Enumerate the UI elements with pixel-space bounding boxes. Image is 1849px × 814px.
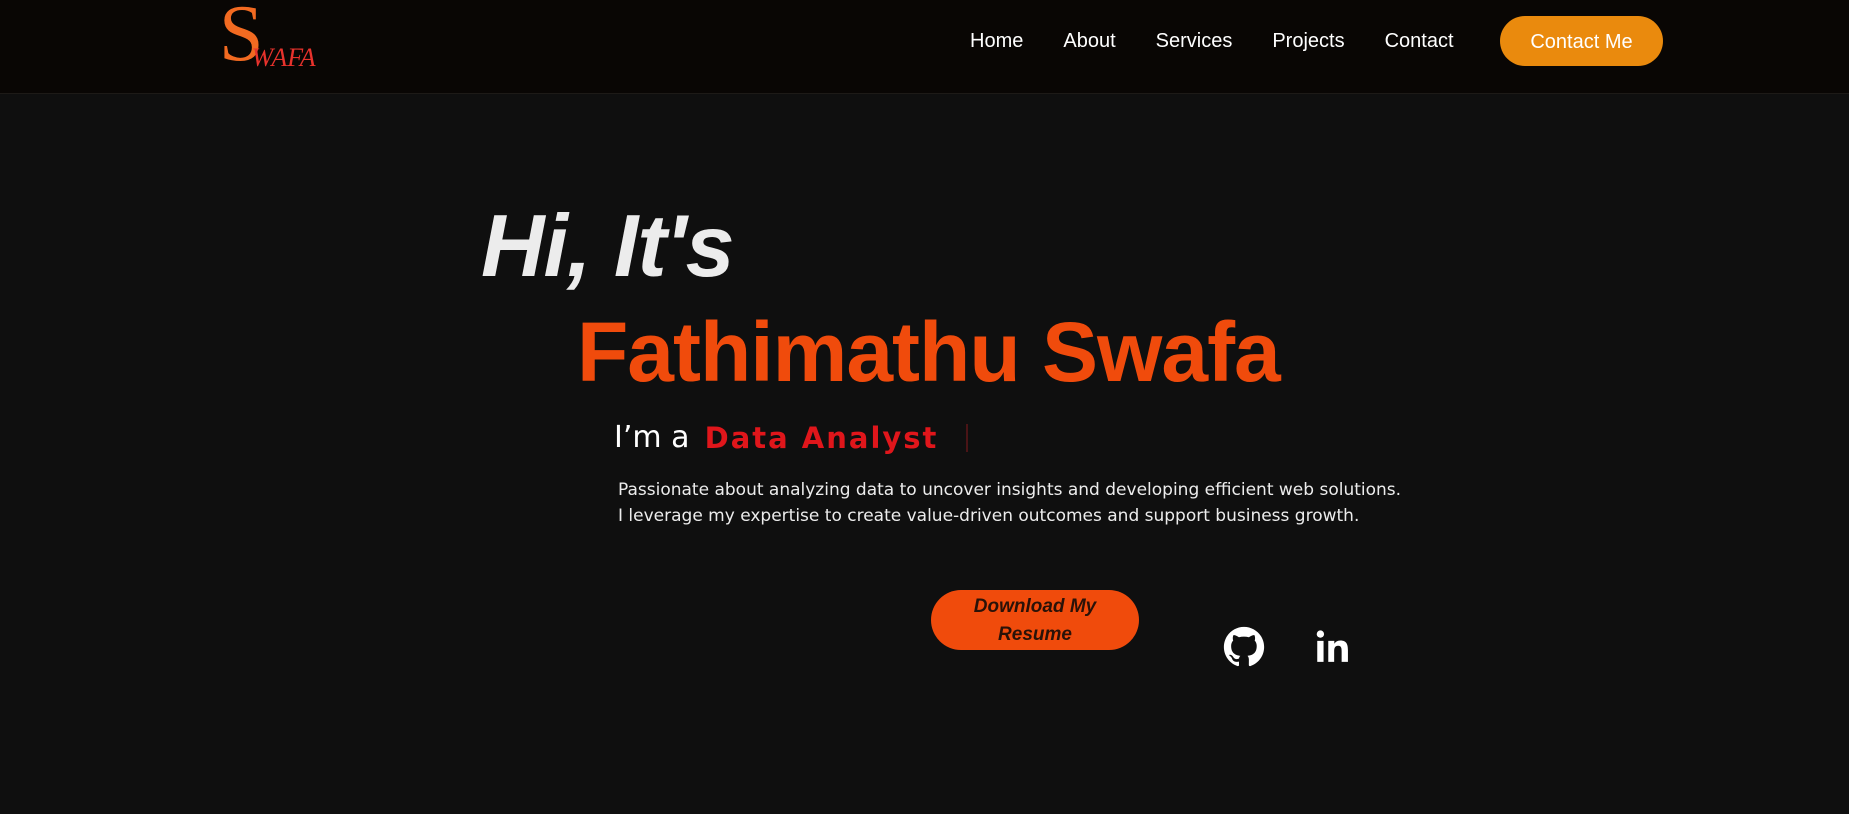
site-logo[interactable]: SWAFA: [219, 0, 316, 80]
nav-link-services[interactable]: Services: [1156, 28, 1233, 54]
github-link[interactable]: [1223, 626, 1265, 668]
github-icon: [1223, 626, 1265, 668]
hero-description: Passionate about analyzing data to uncov…: [618, 477, 1401, 529]
hero-name: Fathimathu Swafa: [577, 305, 1281, 399]
nav-link-home[interactable]: Home: [970, 28, 1023, 54]
navbar: SWAFA Home About Services Projects Conta…: [0, 0, 1849, 94]
nav-link-contact[interactable]: Contact: [1385, 28, 1454, 54]
logo-text: WAFA: [251, 43, 316, 72]
download-resume-button[interactable]: Download My Resume: [931, 590, 1139, 650]
role-title: Data Analyst: [704, 420, 939, 455]
role-line: I’m a Data Analyst: [614, 420, 968, 460]
main-nav: Home About Services Projects Contact: [970, 28, 1494, 54]
description-line-2: I leverage my expertise to create value-…: [618, 506, 1360, 526]
role-prefix: I’m a: [614, 420, 690, 455]
linkedin-link[interactable]: [1312, 626, 1354, 668]
description-line-1: Passionate about analyzing data to uncov…: [618, 480, 1402, 500]
hero-greeting: Hi, It's: [481, 196, 735, 295]
nav-link-projects[interactable]: Projects: [1272, 28, 1344, 54]
nav-link-about[interactable]: About: [1063, 28, 1115, 54]
typing-cursor: [965, 423, 968, 452]
linkedin-icon: [1312, 626, 1354, 668]
contact-me-button[interactable]: Contact Me: [1500, 16, 1663, 66]
